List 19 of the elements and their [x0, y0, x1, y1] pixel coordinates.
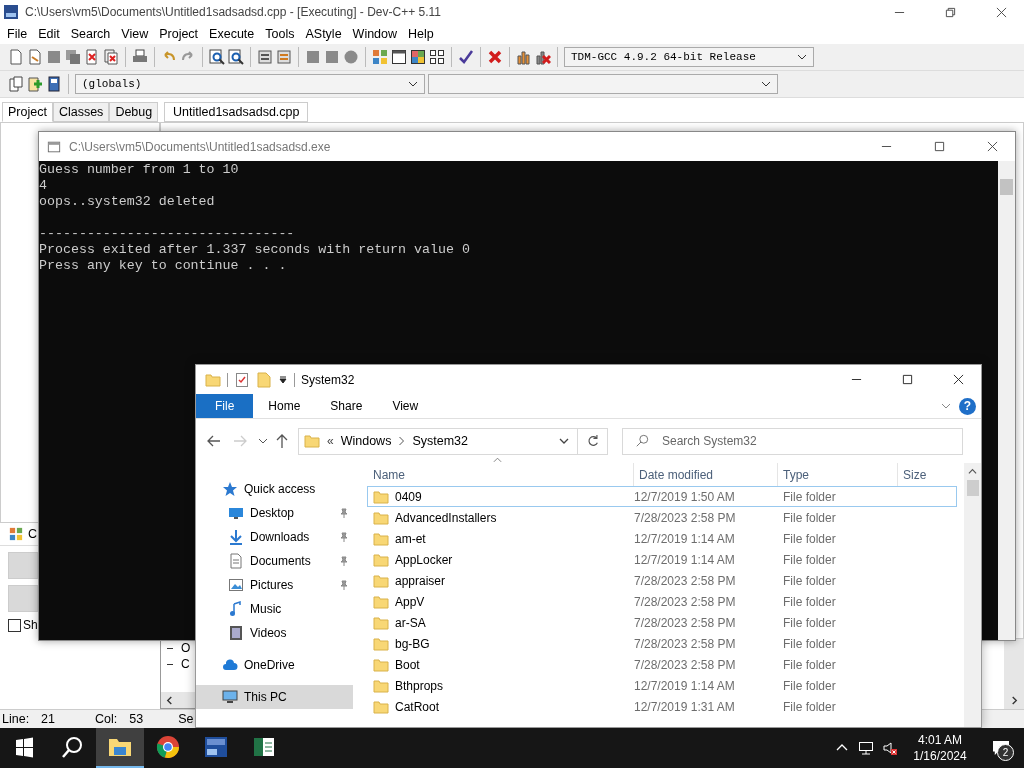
window-title: System32 — [301, 372, 355, 387]
status-label: Line: — [2, 712, 30, 726]
status-value: 53 — [129, 712, 144, 726]
date: 1/16/2024 — [913, 748, 967, 764]
time: 4:01 AM — [918, 732, 962, 748]
console-line: Process exited after 1.337 seconds with return value 0 — [39, 242, 471, 258]
notification-badge: 2 — [997, 744, 1014, 761]
console-line: Press any key to continue . . . — [39, 258, 288, 274]
checkbox-label: Sh — [23, 618, 38, 632]
status-value: 21 — [41, 712, 55, 726]
window-title: C:\Users\vm5\Documents\Untitled1sadsadsd.cpp - [Executing] - Dev-C++ 5.11 — [25, 5, 441, 19]
console-line: 4 — [39, 178, 48, 194]
status-label: Col: — [95, 712, 118, 726]
console-line: oops..system32 deleted — [39, 194, 216, 210]
window-title: C:\Users\vm5\Documents\Untitled1sadsadsd.exe — [69, 139, 331, 154]
console-line: -------------------------------- — [39, 226, 296, 242]
console-line: Guess number from 1 to 10 — [39, 162, 240, 178]
status-label: Se — [178, 712, 194, 726]
panel-label: C — [28, 527, 38, 541]
